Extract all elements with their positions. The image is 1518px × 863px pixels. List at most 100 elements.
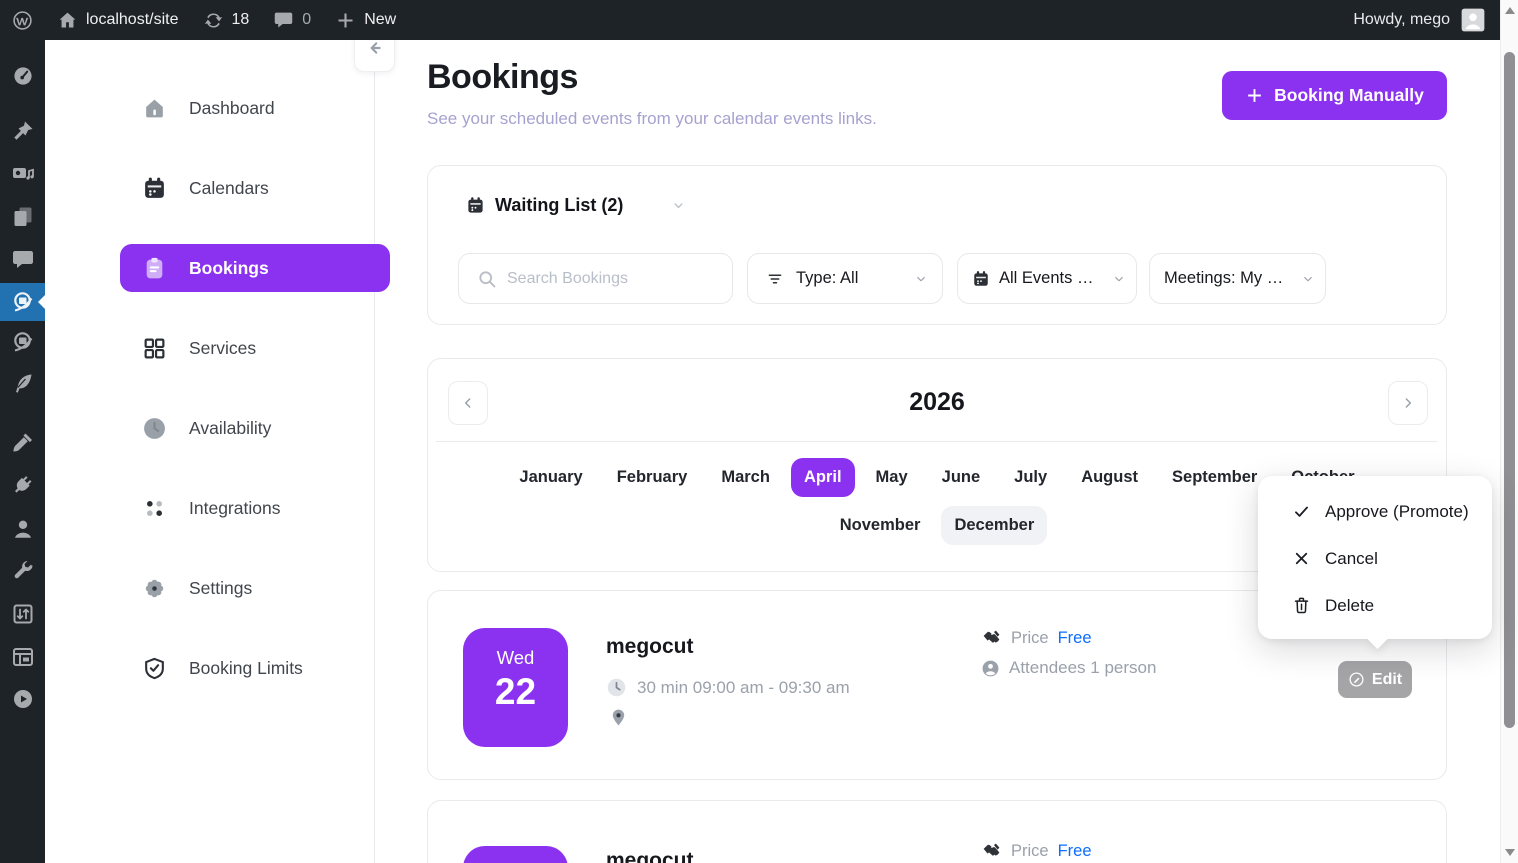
sidebar-item-label: Settings [189, 578, 252, 599]
month-september[interactable]: September [1159, 458, 1270, 497]
price-label: Price [1011, 629, 1049, 648]
sidebar-item-dashboard[interactable]: Dashboard [120, 84, 390, 132]
rail-item-comments[interactable] [0, 241, 45, 279]
month-january[interactable]: January [506, 458, 595, 497]
sidebar-item-integrations[interactable]: Integrations [120, 484, 390, 532]
page-title: Bookings [427, 58, 578, 97]
rail-item-booking-plugin[interactable] [0, 323, 45, 361]
scrollbar-down-arrow[interactable] [1505, 849, 1515, 856]
rail-item-plugins[interactable] [0, 467, 45, 505]
menu-item-approve[interactable]: Approve (Promote) [1258, 488, 1492, 535]
calendar-icon [972, 270, 990, 288]
month-august[interactable]: August [1068, 458, 1151, 497]
chevron-down-icon [1112, 272, 1126, 286]
filter-lines-icon [766, 270, 784, 288]
updates-indicator[interactable]: 18 [203, 10, 250, 31]
search-input[interactable] [507, 270, 718, 288]
plus-icon [1245, 86, 1264, 105]
booking-attendees-row: Attendees 1 person [981, 658, 1156, 678]
rail-item-import-export[interactable] [0, 595, 45, 633]
wp-admin-bar: localhost/site 18 0 New Howdy, mego [0, 0, 1500, 40]
booking-date-badge: Fri [463, 846, 568, 863]
forms-table-icon [11, 645, 35, 669]
chevron-down-icon [1301, 272, 1315, 286]
avatar[interactable] [1460, 7, 1486, 33]
booking-price-row: Price Free [981, 628, 1092, 649]
rail-item-posts[interactable] [0, 112, 45, 150]
month-november[interactable]: November [827, 506, 934, 545]
page-subtitle: See your scheduled events from your cale… [427, 109, 877, 129]
type-filter-dropdown[interactable]: Type: All [747, 253, 943, 304]
booking-actions-menu: Approve (Promote) Cancel Delete [1258, 476, 1492, 639]
comments-bubble-icon [11, 248, 35, 272]
rail-item-users[interactable] [0, 510, 45, 548]
dots-grid-icon [142, 496, 167, 521]
booking-date-number: 22 [463, 671, 568, 713]
sidebar-item-label: Calendars [189, 178, 269, 199]
rail-item-pages[interactable] [0, 198, 45, 236]
sidebar-item-availability[interactable]: Availability [120, 404, 390, 452]
rail-item-dashboard[interactable] [0, 57, 45, 95]
rail-item-media[interactable] [0, 155, 45, 193]
rail-item-tools[interactable] [0, 552, 45, 590]
month-december[interactable]: December [941, 506, 1047, 545]
chevron-down-icon [671, 198, 686, 213]
month-february[interactable]: February [604, 458, 701, 497]
month-march[interactable]: March [708, 458, 783, 497]
person-icon [981, 659, 1000, 678]
admin-bar-right: Howdy, mego [1353, 7, 1500, 33]
chevron-right-icon [1400, 395, 1416, 411]
dashboard-gauge-icon [11, 64, 35, 88]
month-july[interactable]: July [1001, 458, 1060, 497]
sidebar-item-label: Dashboard [189, 98, 275, 119]
menu-item-cancel[interactable]: Cancel [1258, 535, 1492, 582]
updates-count: 18 [232, 11, 250, 29]
rail-item-forms[interactable] [0, 638, 45, 676]
booking-manually-button[interactable]: Booking Manually [1222, 71, 1447, 120]
month-june[interactable]: June [929, 458, 994, 497]
booking-title: megocut [606, 635, 694, 659]
sidebar-item-label: Booking Limits [189, 658, 303, 679]
sidebar-item-booking-limits[interactable]: Booking Limits [120, 644, 390, 692]
menu-item-label: Delete [1325, 596, 1374, 616]
rail-item-media-player[interactable] [0, 680, 45, 718]
events-filter-dropdown[interactable]: All Events & S [957, 253, 1137, 304]
new-content-menu[interactable]: New [335, 10, 396, 31]
rail-item-feather-plugin[interactable] [0, 364, 45, 402]
site-link[interactable]: localhost/site [57, 10, 179, 31]
rail-item-booking-plugin-active[interactable] [0, 283, 45, 321]
scrollbar-thumb[interactable] [1504, 52, 1515, 728]
scrollbar [1500, 0, 1518, 863]
price-value: Free [1058, 842, 1092, 861]
howdy-account[interactable]: Howdy, mego [1353, 11, 1450, 29]
sidebar-item-settings[interactable]: Settings [120, 564, 390, 612]
admin-bar-left: localhost/site 18 0 New [0, 10, 396, 31]
meetings-filter-dropdown[interactable]: Meetings: My Mee [1149, 253, 1326, 304]
sidebar-item-bookings[interactable]: Bookings [120, 244, 390, 292]
scrollbar-up-arrow[interactable] [1505, 7, 1515, 14]
divider [436, 441, 1438, 442]
sidebar-item-calendars[interactable]: Calendars [120, 164, 390, 212]
menu-item-label: Approve (Promote) [1325, 502, 1469, 522]
handshake-price-icon [981, 628, 1002, 649]
feather-plugin-icon [11, 371, 35, 395]
waiting-list-dropdown[interactable]: Waiting List (2) [466, 195, 686, 216]
check-icon [1292, 502, 1311, 521]
edit-booking-button[interactable]: Edit [1338, 661, 1412, 698]
sidebar-collapse-arrow-icon [365, 38, 385, 58]
wordpress-menu[interactable] [12, 10, 33, 31]
play-circle-icon [11, 687, 35, 711]
type-filter-label: Type: All [796, 269, 858, 288]
rail-item-appearance[interactable] [0, 423, 45, 461]
month-may[interactable]: May [863, 458, 921, 497]
menu-item-delete[interactable]: Delete [1258, 582, 1492, 629]
posts-pin-icon [11, 119, 35, 143]
month-april[interactable]: April [791, 458, 855, 497]
next-year-button[interactable] [1388, 381, 1428, 425]
media-icon [11, 162, 35, 186]
comments-indicator[interactable]: 0 [273, 10, 311, 31]
booking-plugin-alt-logo-icon [11, 330, 35, 354]
sidebar-item-services[interactable]: Services [120, 324, 390, 372]
waiting-list-label: Waiting List (2) [495, 195, 623, 216]
chevron-down-icon [914, 272, 928, 286]
